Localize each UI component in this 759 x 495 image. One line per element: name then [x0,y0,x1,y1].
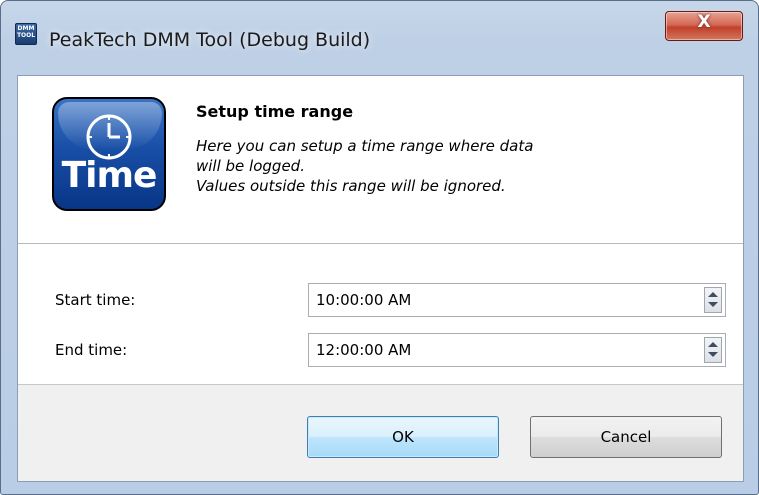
dialog-window: DMM TOOL PeakTech DMM Tool (Debug Build)… [0,0,759,495]
spin-up-icon[interactable] [708,292,718,297]
start-time-spin-buttons[interactable] [704,287,722,313]
header-title: Setup time range [196,102,354,121]
spin-down-icon[interactable] [708,302,718,307]
description-line: Values outside this range will be ignore… [196,177,506,195]
title-bar[interactable]: DMM TOOL PeakTech DMM Tool (Debug Build)… [1,1,758,73]
description-line: Here you can setup a time range where da… [196,137,534,155]
ok-button[interactable]: OK [307,416,499,458]
start-time-field[interactable]: 10:00:00 AM [308,283,726,317]
header-panel: Time Setup time range Here you can setup… [18,76,743,244]
header-description: Here you can setup a time range where da… [196,136,666,196]
window-title: PeakTech DMM Tool (Debug Build) [49,29,371,51]
spin-down-icon[interactable] [708,352,718,357]
time-icon-label: Time [61,155,158,196]
dmm-tool-icon: DMM TOOL [15,23,37,45]
end-time-label: End time: [55,341,128,359]
time-icon: Time [52,97,166,211]
end-time-field[interactable]: 12:00:00 AM [308,333,726,367]
close-button[interactable]: X [665,11,743,41]
description-line: will be logged. [196,157,305,175]
end-time-spin-buttons[interactable] [704,337,722,363]
time-range-form: Start time: 10:00:00 AM End time: 12:00:… [18,244,743,384]
end-time-value[interactable]: 12:00:00 AM [316,341,411,359]
start-time-value[interactable]: 10:00:00 AM [316,291,411,309]
cancel-button[interactable]: Cancel [530,416,722,458]
button-bar: OK Cancel [18,384,743,481]
dialog-content: Time Setup time range Here you can setup… [17,75,744,482]
start-time-label: Start time: [55,291,136,309]
spin-up-icon[interactable] [708,342,718,347]
close-icon: X [697,12,711,32]
